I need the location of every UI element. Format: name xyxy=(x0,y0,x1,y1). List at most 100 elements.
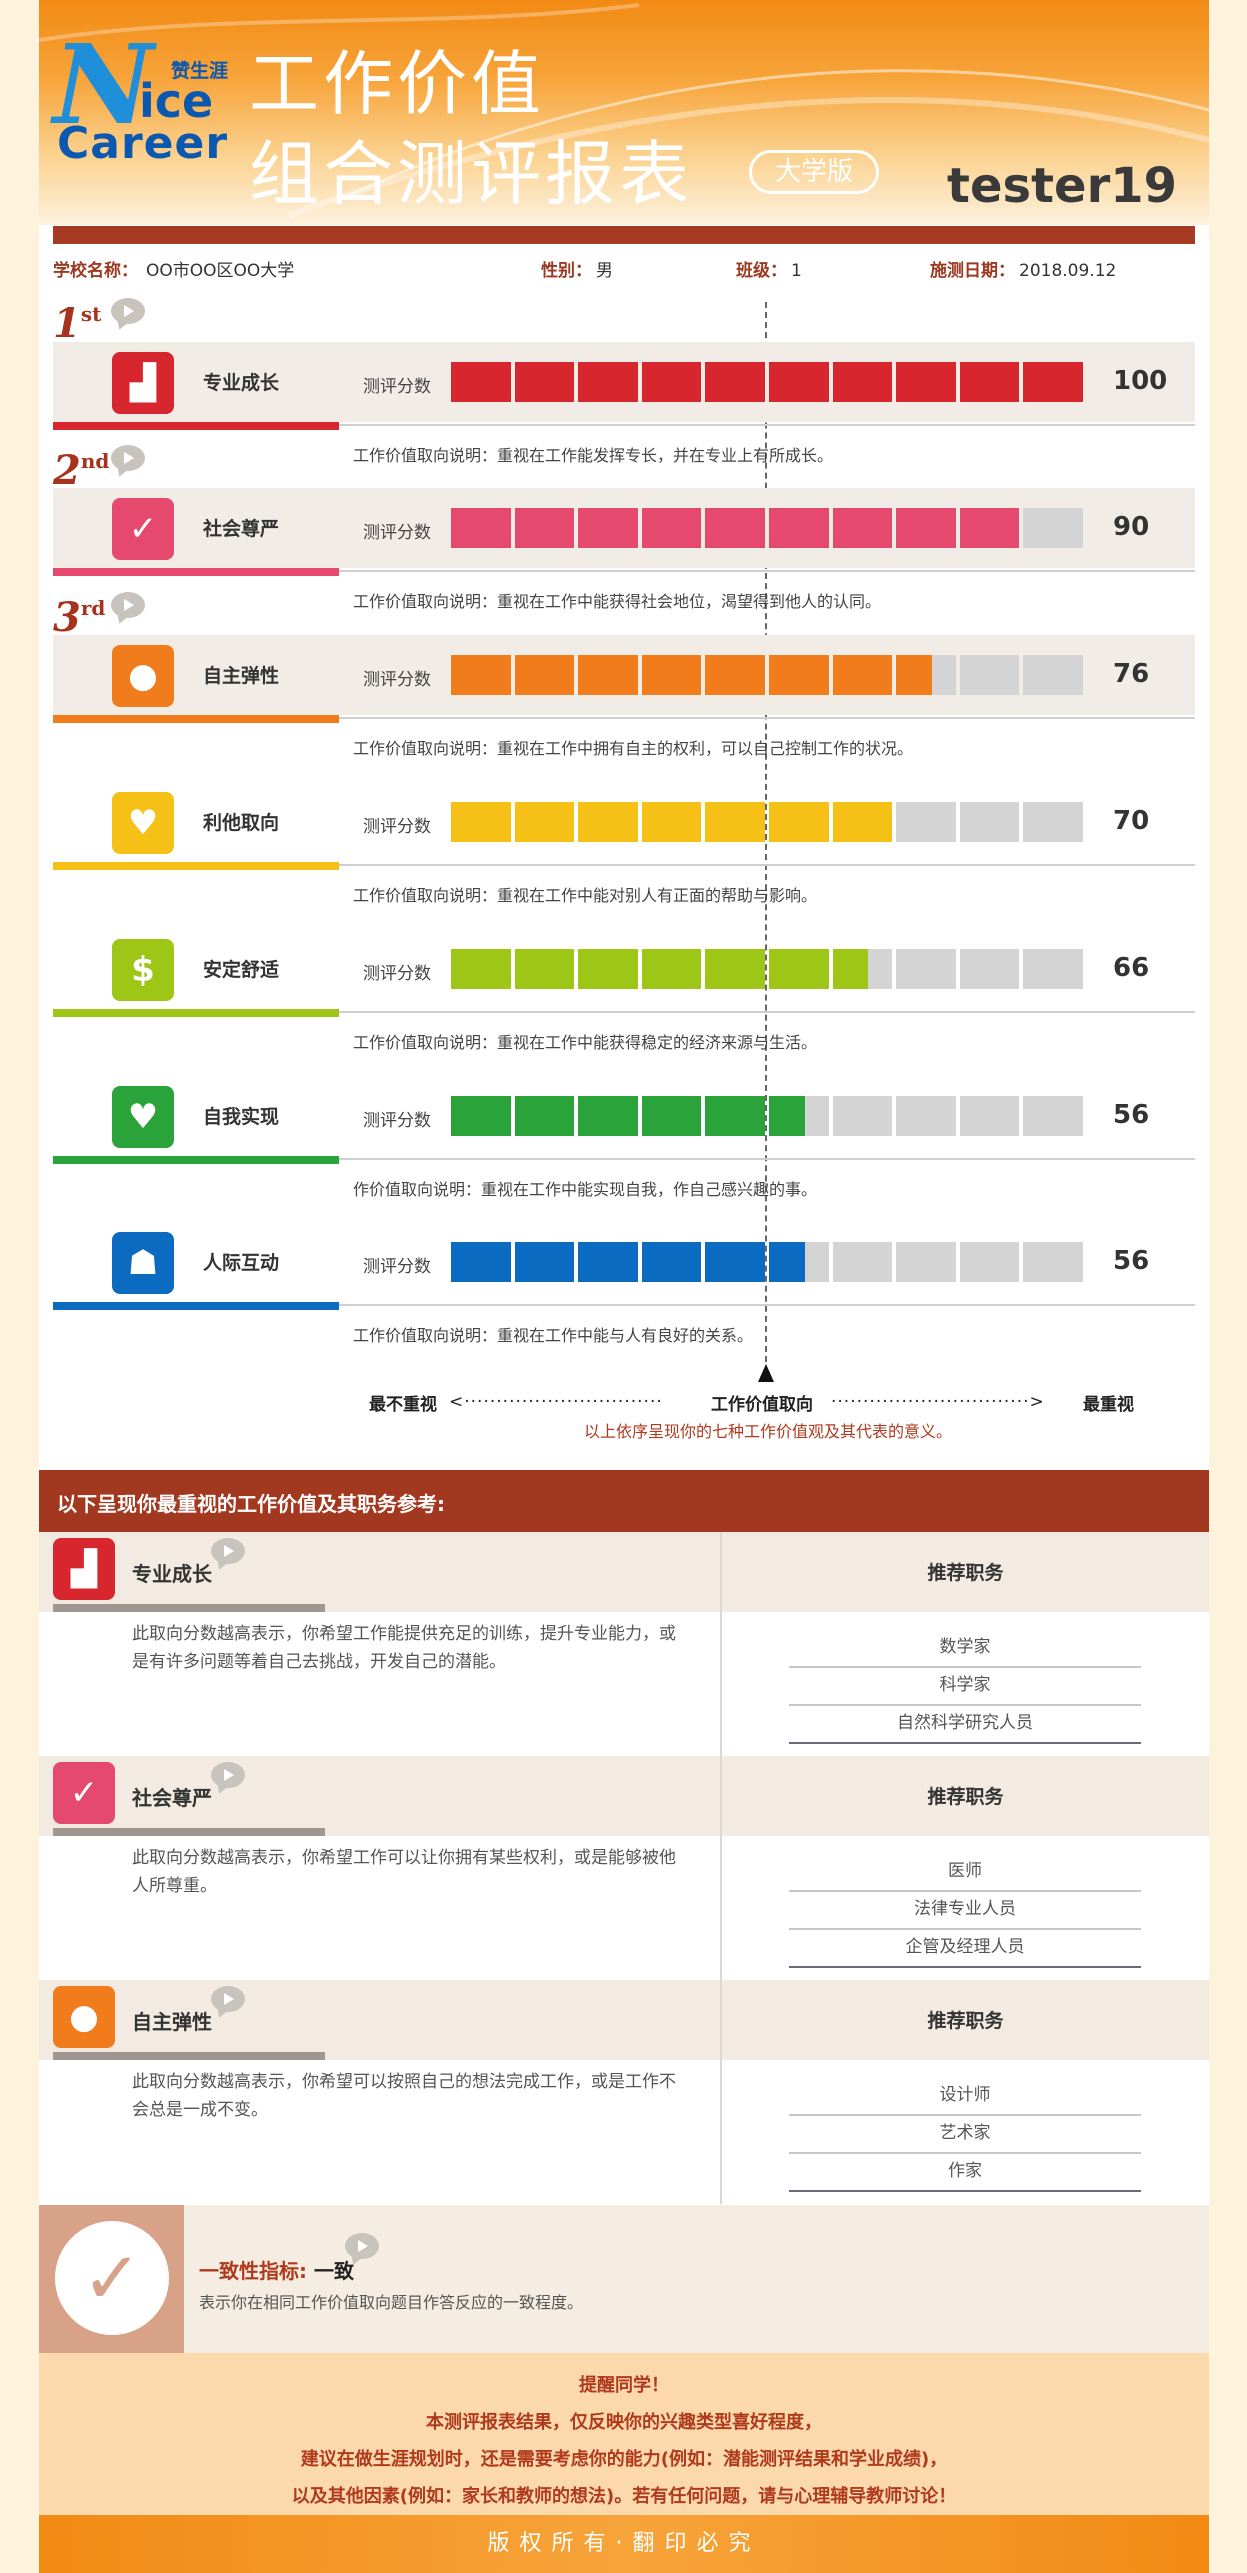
speech-bubble-icon xyxy=(111,592,145,618)
reminder-box: 提醒同学！ 本测评报表结果，仅反映你的兴趣类型喜好程度， 建议在做生涯规划时，还… xyxy=(39,2353,1209,2515)
bar-fill xyxy=(578,655,638,695)
score-value: 90 xyxy=(1113,512,1150,542)
score-label: 测评分数 xyxy=(363,523,431,543)
bar-segment xyxy=(896,362,956,402)
bar-segment xyxy=(451,655,511,695)
bar-segment xyxy=(896,1242,956,1282)
bar-fill xyxy=(768,1242,805,1282)
bar-fill xyxy=(641,655,702,695)
consistency-icon-box: ✓ xyxy=(39,2205,184,2353)
bar-segment xyxy=(959,508,1020,548)
bar-fill xyxy=(514,1096,575,1136)
recommended-jobs-list: 医师 法律专业人员 企管及经理人员 xyxy=(789,1854,1141,1968)
bar-fill xyxy=(451,1096,511,1136)
bar-segment xyxy=(896,655,956,695)
row-underline xyxy=(53,568,339,576)
bar-segment xyxy=(896,802,956,842)
bar-segment xyxy=(514,362,575,402)
bar-segment xyxy=(768,1096,829,1136)
value-name: 人际互动 xyxy=(203,1252,280,1274)
row-divider xyxy=(339,570,1195,572)
bar-segment xyxy=(832,949,893,989)
bar-fill xyxy=(832,508,893,548)
check-icon: ✓ xyxy=(53,1762,115,1824)
legend-note: 以上依序呈现你的七种工作价值观及其代表的意义。 xyxy=(584,1422,953,1441)
bar-fill xyxy=(514,949,575,989)
bar-fill xyxy=(578,802,638,842)
bar-fill xyxy=(451,508,511,548)
recommended-job: 艺术家 xyxy=(789,2116,1141,2154)
rank-label: 1st xyxy=(53,300,102,347)
bar-fill xyxy=(832,802,893,842)
gender-info: 性别：男 xyxy=(541,261,613,281)
chart-up-icon: ▟ xyxy=(112,352,174,414)
value-description: 作价值取向说明：重视在工作中能实现自我，作自己感兴趣的事。 xyxy=(353,1180,818,1199)
report-title-line1: 工作价值 xyxy=(249,43,545,125)
row-underline xyxy=(53,862,339,870)
bar-segment xyxy=(768,949,829,989)
bar-segment xyxy=(705,508,765,548)
bar-fill xyxy=(514,655,575,695)
bar-fill xyxy=(1023,362,1083,402)
bar-segment xyxy=(705,362,765,402)
bar-segment xyxy=(641,1096,702,1136)
top-values-heading: 以下呈现你最重视的工作价值及其职务参考: xyxy=(39,1470,1209,1532)
score-label: 测评分数 xyxy=(363,817,431,837)
report-header: N 赞生涯 ice Career 工作价值 组合测评报表 大学版 tester1… xyxy=(39,0,1209,225)
row-underline xyxy=(53,1302,339,1310)
bar-segment xyxy=(1023,1242,1083,1282)
bar-segment xyxy=(514,802,575,842)
bar-fill xyxy=(896,655,932,695)
value-name: 专业成长 xyxy=(203,372,280,394)
bar-segment xyxy=(832,655,893,695)
header-divider xyxy=(53,226,1195,244)
bar-segment xyxy=(832,802,893,842)
speech-bubble-icon xyxy=(111,298,145,324)
recommended-job: 作家 xyxy=(789,2154,1141,2192)
bar-segment xyxy=(578,1242,638,1282)
consistency-panel: ✓ 一致性指标: 一致 表示你在相同工作价值取向题目作答反应的一致程度。 xyxy=(39,2205,1209,2353)
bar-fill xyxy=(705,949,765,989)
bar-segment xyxy=(1023,949,1083,989)
reminder-line: 提醒同学！ xyxy=(579,2375,669,2396)
bar-segment xyxy=(768,508,829,548)
recommended-jobs-list: 设计师 艺术家 作家 xyxy=(789,2078,1141,2192)
bar-segment xyxy=(959,949,1020,989)
row-underline xyxy=(53,1156,339,1164)
bar-fill xyxy=(514,362,575,402)
bar-fill xyxy=(705,1096,765,1136)
bar-fill xyxy=(641,1096,702,1136)
bar-fill xyxy=(768,508,829,548)
row-divider xyxy=(339,864,1195,866)
bar-segment xyxy=(1023,1096,1083,1136)
bar-fill xyxy=(578,949,638,989)
bar-fill xyxy=(578,362,638,402)
score-value: 56 xyxy=(1113,1246,1150,1276)
value-description: 工作价值取向说明：重视在工作中能与人有良好的关系。 xyxy=(353,1326,754,1345)
block-value-name: 专业成长 xyxy=(132,1562,212,1586)
speech-bubble-icon xyxy=(211,1986,245,2012)
bar-segment xyxy=(578,1096,638,1136)
bar-fill xyxy=(832,362,893,402)
recommended-jobs-title: 推荐职务 xyxy=(927,1786,1004,1808)
username: tester19 xyxy=(947,158,1178,214)
bar-segment xyxy=(832,508,893,548)
score-label: 测评分数 xyxy=(363,377,431,397)
bar-segment xyxy=(578,362,638,402)
bar-segment xyxy=(1023,655,1083,695)
bar-segment xyxy=(641,802,702,842)
bar-fill xyxy=(896,362,956,402)
bar-segment xyxy=(1023,508,1083,548)
bar-segment xyxy=(641,1242,702,1282)
bar-segment xyxy=(578,655,638,695)
bar-fill xyxy=(451,362,511,402)
row-divider xyxy=(339,717,1195,719)
rank-label: 3rd xyxy=(53,594,106,641)
bar-segment xyxy=(578,949,638,989)
bar-segment xyxy=(768,1242,829,1282)
bar-segment xyxy=(959,1096,1020,1136)
row-divider xyxy=(339,1011,1195,1013)
bar-segment xyxy=(705,802,765,842)
edition-badge: 大学版 xyxy=(749,150,879,194)
top-value-block: ● 自主弹性 此取向分数越高表示，你希望可以按照自己的想法完成工作，或是工作不会… xyxy=(39,1980,1209,2204)
